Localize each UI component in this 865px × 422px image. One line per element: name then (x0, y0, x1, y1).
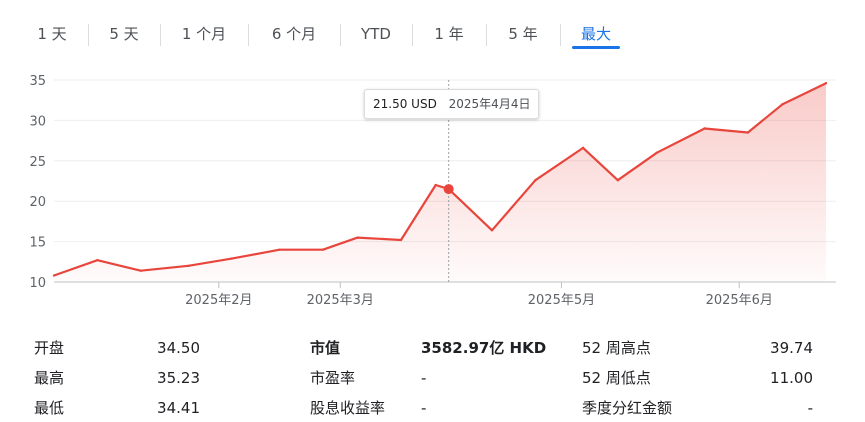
data-point (655, 151, 659, 154)
data-point (703, 127, 706, 130)
data-point (434, 183, 437, 187)
tab-1-year[interactable]: 1 年 (420, 22, 478, 48)
tab-separator (248, 24, 249, 46)
data-point (534, 178, 537, 182)
y-tick-label: 20 (29, 195, 46, 210)
tab-separator (560, 24, 561, 46)
stat-value-high: 35.23 (157, 369, 200, 387)
tab-separator (340, 24, 341, 46)
tab-5-day[interactable]: 5 天 (96, 22, 152, 48)
tab-6-month[interactable]: 6 个月 (256, 22, 332, 48)
data-point (187, 264, 190, 268)
tab-1-month[interactable]: 1 个月 (168, 22, 240, 48)
data-point (490, 229, 494, 232)
stat-value-market-cap: 3582.97亿 HKD (421, 339, 547, 357)
stat-value-pe-ratio: - (421, 369, 427, 387)
key-stats: 开盘 34.50 最高 35.23 最低 34.41 市值 3582.97亿 H… (0, 334, 865, 418)
tab-ytd[interactable]: YTD (348, 22, 404, 48)
stat-label-market-cap: 市值 (310, 339, 341, 357)
tab-separator (160, 24, 161, 46)
tab-1-day[interactable]: 1 天 (24, 22, 80, 48)
x-tick-label: 2025年2月 (185, 293, 252, 308)
data-point (278, 248, 281, 251)
data-point (746, 131, 750, 134)
stat-value-52w-high: 39.74 (770, 339, 813, 357)
x-tick-label: 2025年5月 (528, 293, 595, 308)
y-tick-label: 35 (29, 74, 46, 89)
data-point (230, 257, 234, 260)
stat-value-52w-low: 11.00 (770, 369, 813, 387)
range-tabs: 1 天 5 天 1 个月 6 个月 YTD 1 年 5 年 最大 (0, 0, 865, 56)
y-tick-label: 25 (29, 155, 46, 170)
tooltip-date: 2025年4月4日 (448, 97, 531, 111)
y-tick-label: 10 (29, 276, 46, 291)
data-point (581, 146, 585, 150)
tooltip-price: 21.50 USD (373, 97, 437, 111)
stat-label-open: 开盘 (34, 339, 65, 357)
data-point (96, 258, 99, 262)
x-tick-label: 2025年3月 (307, 293, 374, 308)
active-tab-indicator (572, 46, 620, 49)
stat-label-pe-ratio: 市盈率 (310, 369, 356, 387)
stat-label-high: 最高 (34, 369, 65, 387)
hover-dot (443, 184, 454, 195)
tab-separator (412, 24, 413, 46)
price-tooltip: 21.50 USD 2025年4月4日 (364, 89, 540, 119)
tab-separator (88, 24, 89, 46)
data-point (356, 236, 359, 239)
data-point (399, 238, 403, 242)
stat-value-open: 34.50 (157, 339, 200, 357)
stat-label-52w-low: 52 周低点 (582, 369, 651, 387)
tab-5-year[interactable]: 5 年 (494, 22, 552, 48)
data-point (616, 178, 620, 182)
stat-label-52w-high: 52 周高点 (582, 339, 651, 357)
data-point (52, 274, 56, 277)
x-tick-label: 2025年6月 (706, 293, 773, 308)
tab-separator (486, 24, 487, 46)
data-point (139, 269, 142, 272)
data-point (781, 103, 784, 106)
y-tick-label: 15 (29, 236, 46, 251)
data-point (824, 82, 828, 85)
data-point (321, 248, 325, 251)
y-tick-label: 30 (29, 114, 46, 129)
tab-max[interactable]: 最大 (568, 22, 624, 48)
